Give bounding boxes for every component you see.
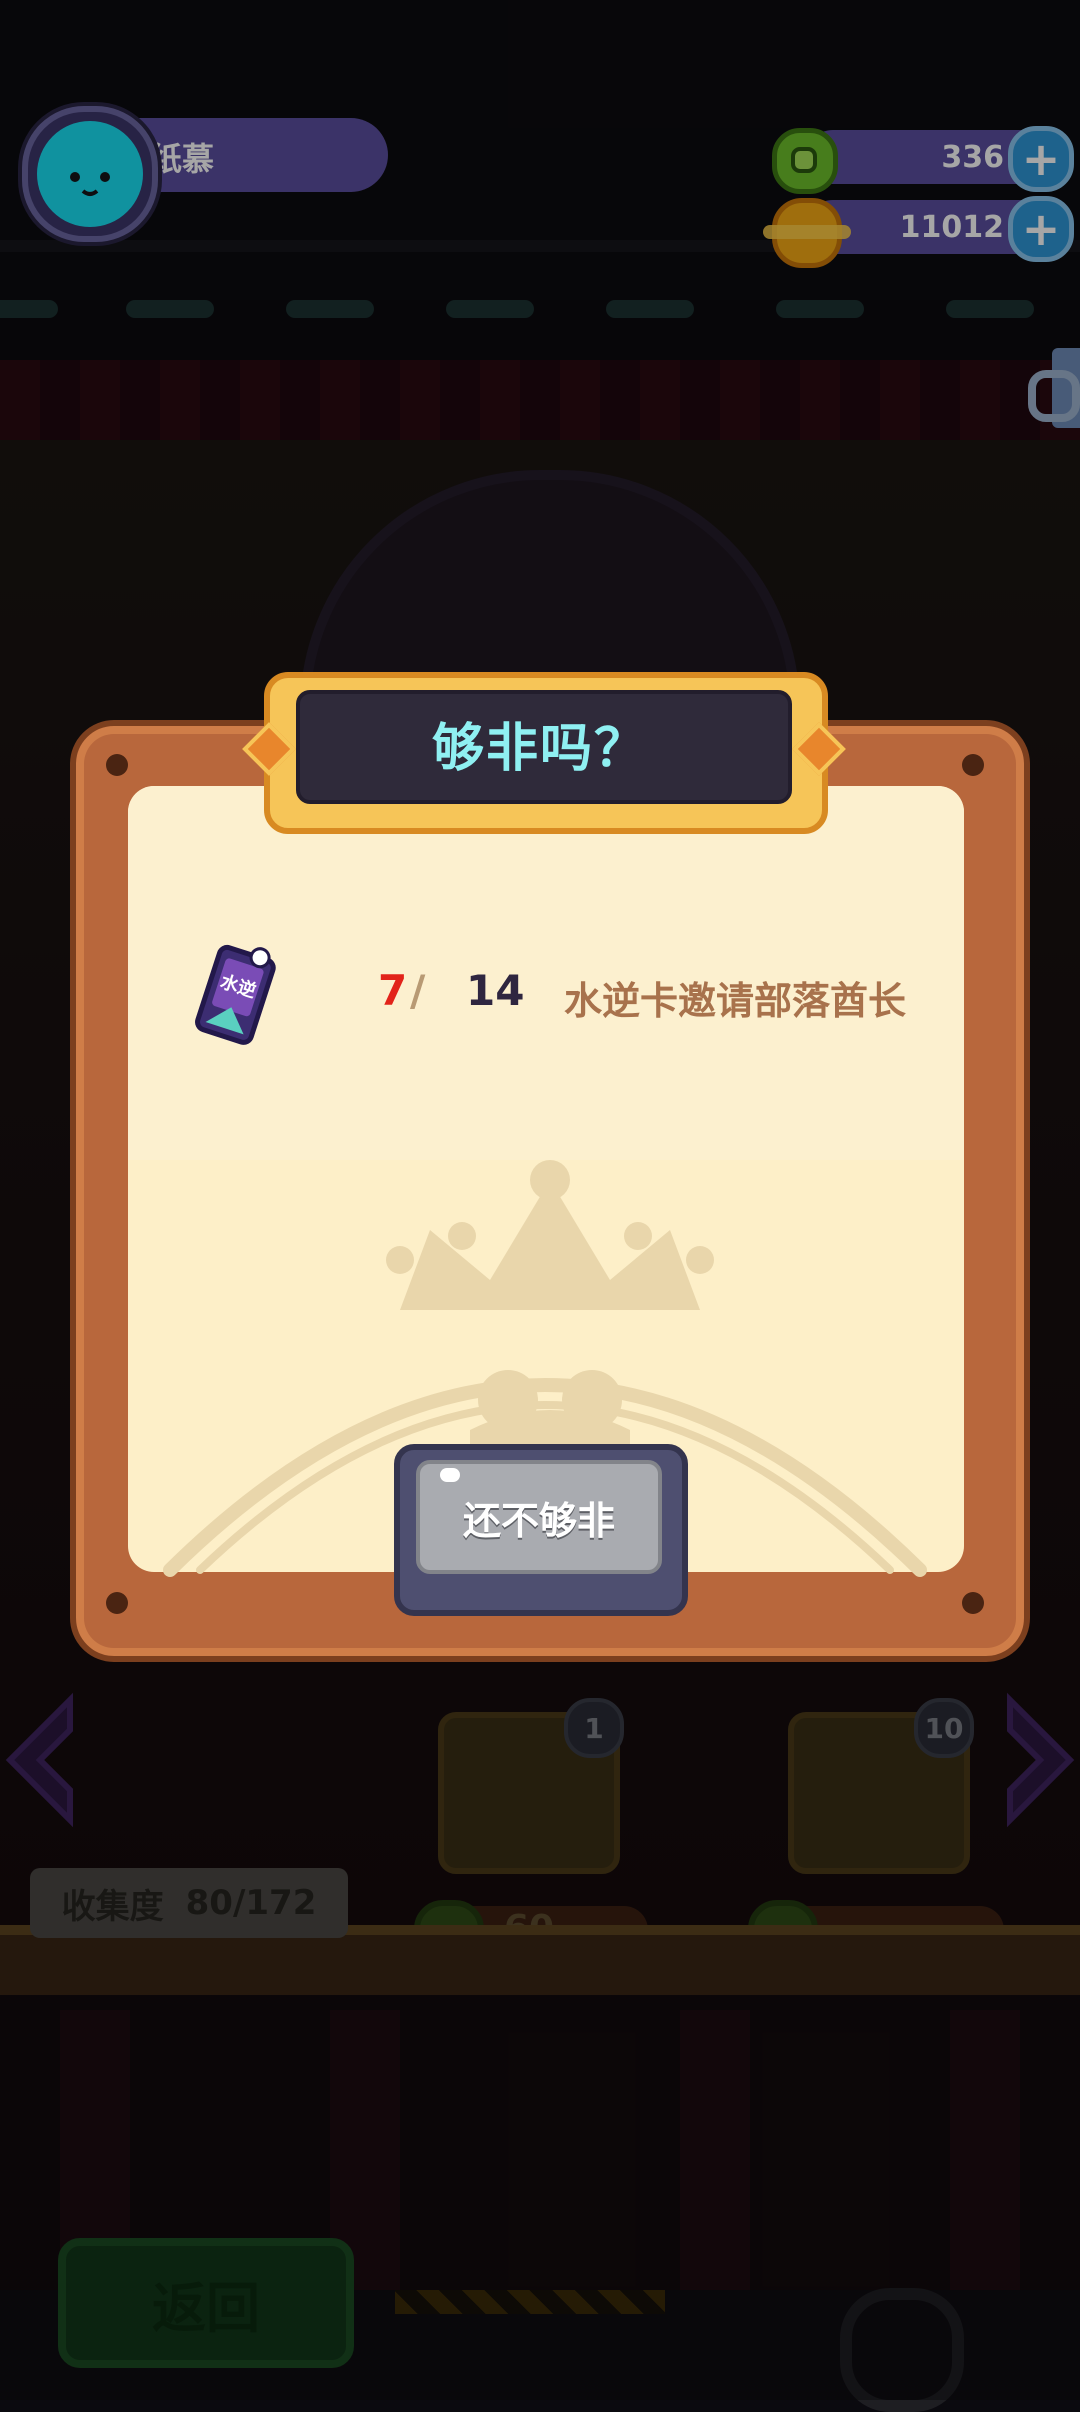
rivet bbox=[962, 754, 984, 776]
rivet bbox=[106, 754, 128, 776]
rivet bbox=[962, 1592, 984, 1614]
progress-current: 7 bbox=[378, 966, 408, 1015]
progress-total: 14 bbox=[466, 966, 525, 1015]
water-reverse-card-icon: 水逆 bbox=[186, 938, 286, 1048]
dialog-title: 够非吗？ bbox=[431, 718, 648, 779]
requirement-description: 水逆卡邀请部落酋长 bbox=[564, 979, 907, 1023]
button-shine bbox=[440, 1468, 460, 1482]
rivet bbox=[106, 1592, 128, 1614]
progress-separator: / bbox=[410, 966, 426, 1015]
